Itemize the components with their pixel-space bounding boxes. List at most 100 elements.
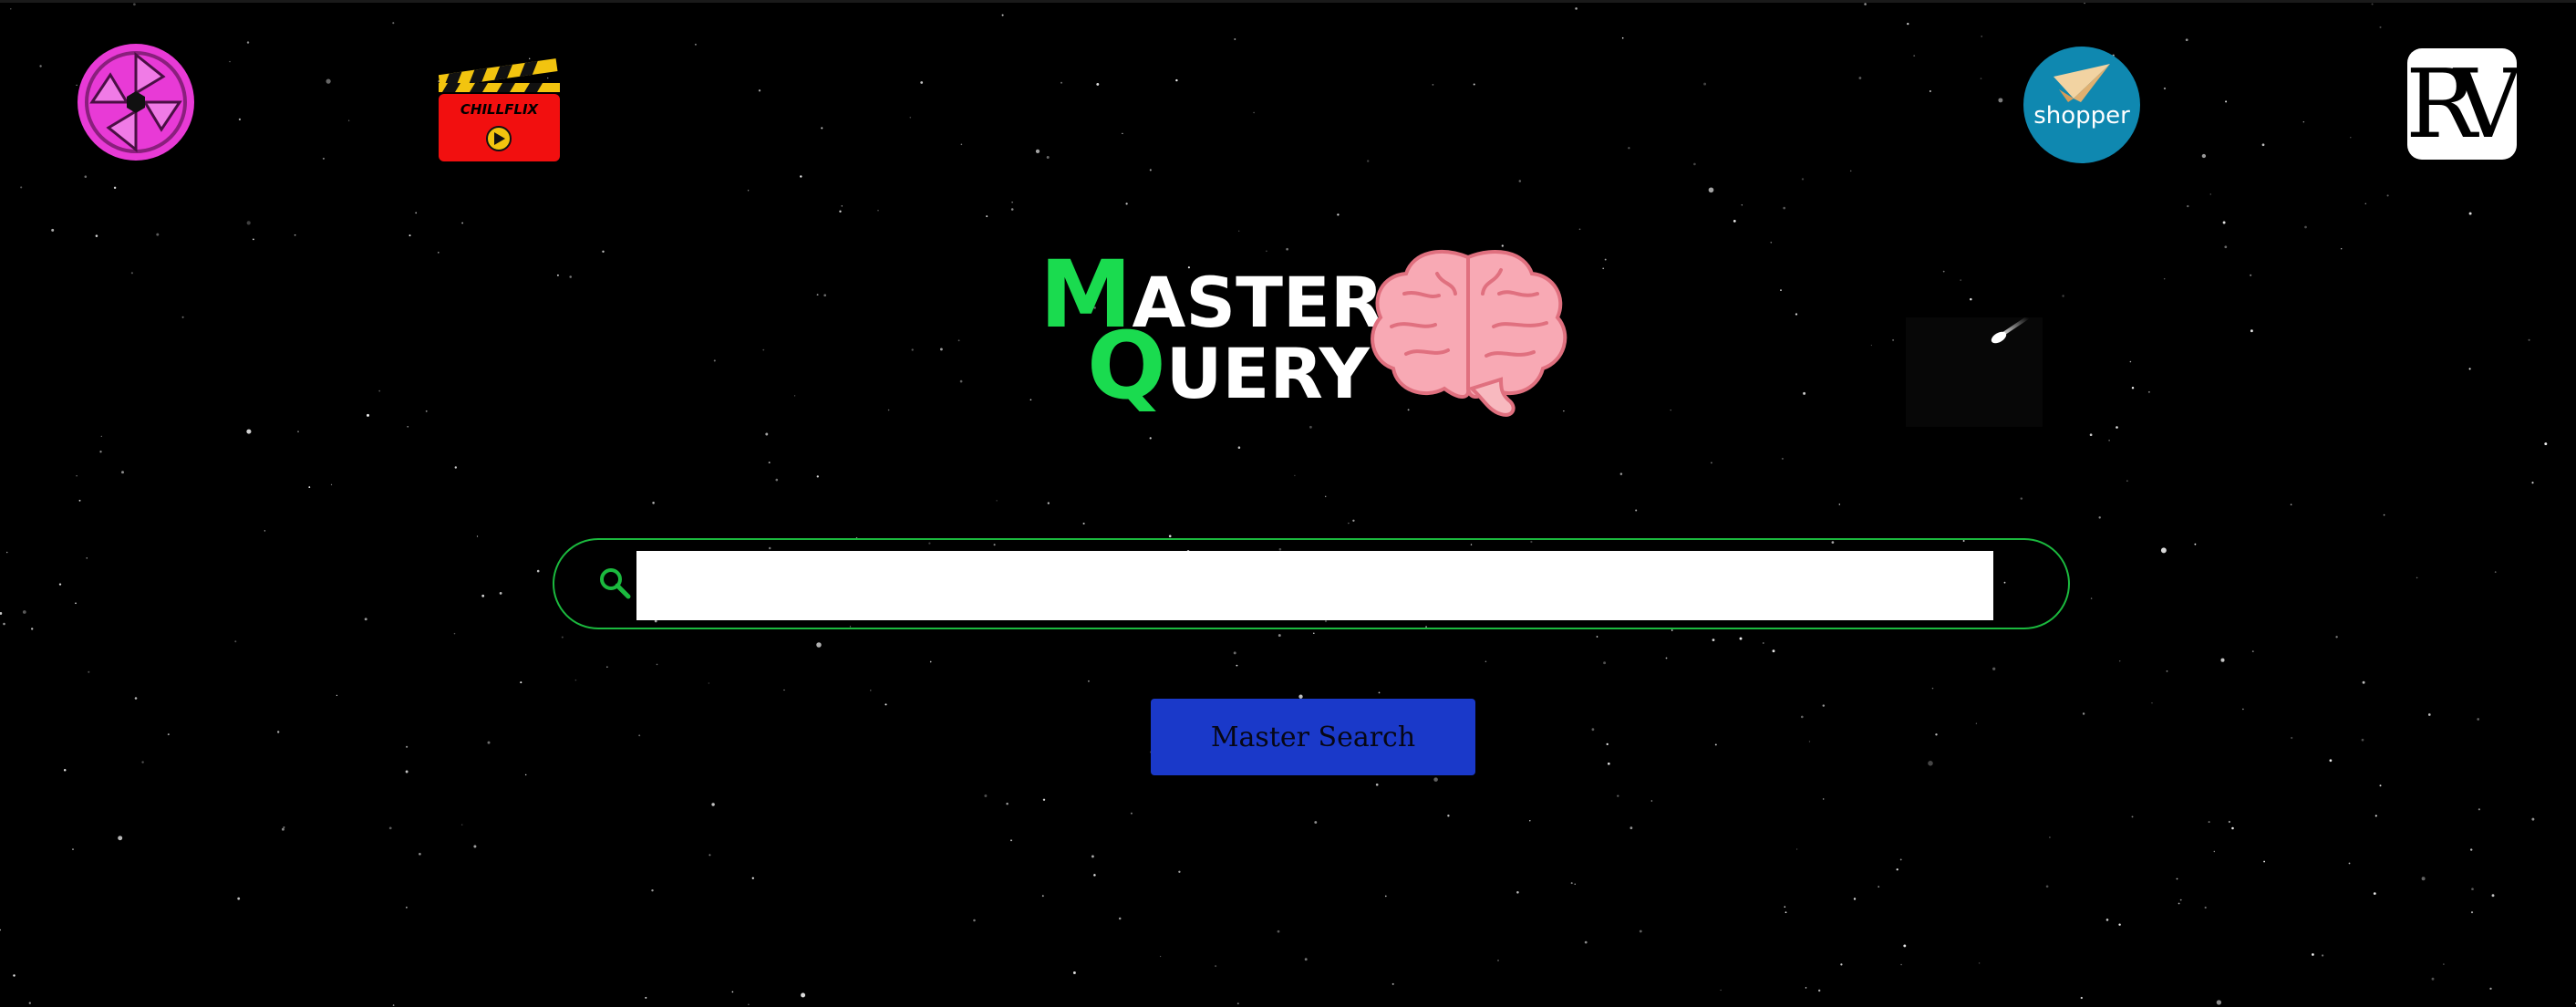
star	[2080, 996, 2083, 1000]
star	[2371, 3, 2374, 5]
star	[2386, 194, 2389, 197]
star	[2304, 225, 2307, 229]
rv-app-link[interactable]: RV	[2405, 48, 2522, 160]
star	[2329, 759, 2333, 763]
star	[1391, 982, 1394, 985]
star	[1899, 858, 1902, 861]
star	[1714, 743, 1717, 746]
star	[1703, 82, 1707, 86]
star	[920, 81, 924, 84]
star	[2379, 26, 2382, 28]
star	[76, 474, 78, 477]
star	[939, 348, 943, 351]
star	[1629, 826, 1633, 830]
star	[731, 991, 734, 993]
star	[2178, 902, 2180, 905]
star	[1710, 462, 1712, 464]
star	[2216, 1000, 2222, 1005]
star	[2045, 885, 2049, 888]
star	[2163, 87, 2167, 90]
comet-icon	[1906, 317, 2043, 427]
star	[2335, 636, 2338, 638]
star	[1574, 883, 1576, 885]
star	[768, 462, 771, 464]
star	[1981, 36, 1982, 37]
star	[2321, 954, 2324, 957]
aperture-app-link[interactable]	[76, 42, 196, 162]
star	[929, 660, 932, 663]
star	[2491, 894, 2495, 898]
star	[2362, 680, 2365, 684]
star	[602, 250, 605, 254]
search-icon[interactable]	[595, 566, 632, 602]
shopper-app-link[interactable]: shopper	[2023, 46, 2141, 164]
star	[1060, 81, 1062, 84]
master-search-button[interactable]: Master Search	[1151, 699, 1475, 775]
star	[2494, 571, 2497, 573]
star	[2416, 576, 2418, 579]
star	[2118, 659, 2121, 662]
star	[2478, 808, 2481, 811]
star	[1858, 77, 1862, 79]
star	[2431, 977, 2435, 981]
star	[2131, 386, 2135, 389]
star	[973, 919, 976, 922]
star	[1215, 965, 1217, 968]
star	[2187, 204, 2189, 208]
star	[419, 852, 421, 856]
star	[1278, 634, 1281, 638]
star	[2224, 245, 2228, 249]
star	[1604, 258, 1607, 261]
star	[1650, 800, 1653, 802]
star	[711, 803, 715, 806]
star	[1001, 14, 1004, 16]
star	[1635, 509, 1638, 512]
star	[1783, 206, 1786, 210]
star	[1805, 987, 1807, 989]
star	[22, 610, 26, 614]
star	[816, 294, 819, 296]
brain-icon	[1371, 250, 1567, 417]
star	[1178, 870, 1181, 873]
star	[751, 877, 754, 879]
search-input[interactable]	[636, 551, 1993, 620]
search-bar	[553, 538, 2070, 629]
star	[392, 1004, 395, 1006]
star	[909, 116, 912, 119]
star	[406, 745, 409, 748]
star	[1518, 180, 1522, 182]
chillflix-label: CHILLFLIX	[460, 101, 539, 118]
star	[2261, 143, 2265, 147]
star	[645, 996, 647, 999]
star	[1903, 944, 1907, 948]
star	[1870, 344, 1873, 347]
star	[1149, 169, 1152, 171]
star	[793, 395, 796, 397]
star	[1795, 848, 1798, 850]
star	[911, 348, 914, 351]
star	[100, 435, 102, 437]
star	[0, 612, 3, 615]
star	[1175, 78, 1178, 82]
star	[1348, 522, 1350, 524]
star	[2468, 212, 2472, 215]
star	[336, 694, 338, 697]
star	[2090, 597, 2093, 599]
star	[841, 205, 843, 207]
star	[2194, 543, 2197, 545]
star	[2468, 368, 2471, 370]
star	[1712, 638, 1715, 641]
star	[99, 451, 102, 453]
star	[2222, 221, 2226, 224]
star	[10, 8, 12, 10]
star	[2263, 860, 2266, 863]
star	[2163, 277, 2166, 280]
star	[887, 409, 890, 411]
star	[1233, 651, 1236, 655]
star	[2374, 815, 2377, 817]
star	[1960, 279, 1962, 281]
star	[1432, 84, 1434, 86]
chillflix-app-link[interactable]: CHILLFLIX	[438, 54, 560, 161]
star	[113, 186, 117, 190]
star	[1314, 821, 1318, 824]
